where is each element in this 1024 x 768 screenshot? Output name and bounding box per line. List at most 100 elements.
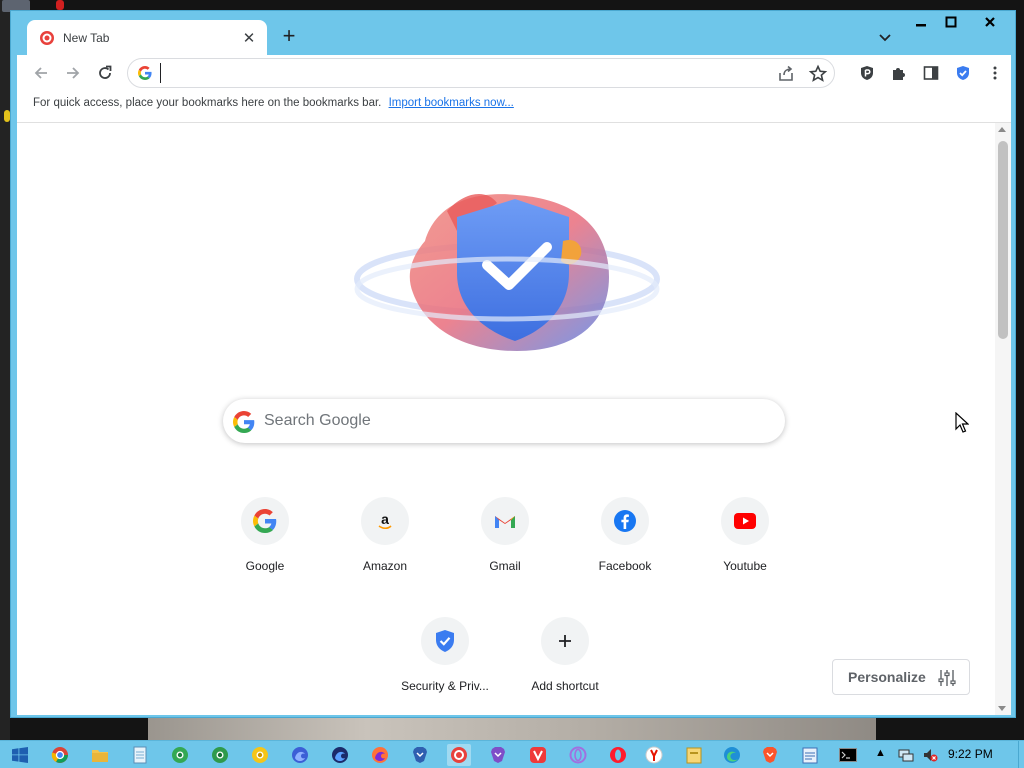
show-desktop-button[interactable] — [1018, 741, 1024, 768]
close-tab-icon[interactable]: ✕ — [241, 29, 257, 47]
taskbar-app[interactable] — [566, 744, 590, 766]
side-panel-button[interactable] — [921, 63, 941, 83]
brave-icon — [763, 747, 777, 763]
toolbar — [17, 55, 1011, 91]
back-button[interactable] — [29, 61, 53, 85]
close-icon — [985, 17, 995, 27]
windows-start-icon — [12, 747, 28, 763]
bookmark-star-icon[interactable] — [808, 64, 828, 84]
taskbar-app[interactable] — [368, 744, 392, 766]
shortcut-tile — [601, 497, 649, 545]
menu-button[interactable] — [985, 63, 1005, 83]
arrow-right-icon — [67, 67, 80, 79]
tab-title: New Tab — [63, 30, 110, 45]
maximize-icon — [945, 16, 957, 28]
taskbar-app[interactable] — [720, 744, 744, 766]
shortcut-youtube[interactable]: Youtube — [689, 497, 801, 597]
reload-button[interactable] — [93, 61, 117, 85]
amazon-icon: a — [378, 511, 392, 530]
google-g-icon — [233, 411, 255, 433]
shortcut-label: Facebook — [598, 559, 652, 573]
arrow-left-icon — [34, 67, 47, 79]
shortcut-amazon[interactable]: a Amazon — [329, 497, 441, 597]
taskbar-app[interactable] — [758, 744, 782, 766]
taskbar-app[interactable] — [248, 744, 272, 766]
share-icon[interactable] — [776, 64, 796, 84]
shield-check-icon — [436, 630, 454, 652]
shortcut-label: Security & Priv... — [401, 679, 489, 693]
shortcut-label: Youtube — [723, 559, 767, 573]
taskbar-app[interactable] — [682, 744, 706, 766]
file-explorer-icon — [92, 750, 108, 762]
address-input[interactable] — [160, 63, 760, 83]
scroll-thumb[interactable] — [998, 141, 1008, 339]
desktop-icon[interactable] — [56, 0, 64, 10]
shield-p-icon — [861, 66, 873, 80]
browser-window: New Tab ✕ + For quick access, place your… — [10, 10, 1016, 718]
taskbar-app[interactable] — [642, 744, 666, 766]
maximize-button[interactable] — [937, 11, 965, 33]
address-bar[interactable] — [127, 58, 835, 88]
taskbar-clock[interactable]: 9:22 PM — [948, 747, 993, 761]
taskbar-app[interactable] — [798, 744, 822, 766]
shortcut-tile — [421, 617, 469, 665]
taskbar-app[interactable] — [328, 744, 352, 766]
network-icon — [898, 749, 914, 762]
shortcut-google[interactable]: Google — [209, 497, 321, 597]
security-browser-icon — [451, 747, 467, 763]
taskbar-app[interactable] — [836, 744, 860, 766]
sliders-icon — [938, 670, 956, 686]
shortcut-gmail[interactable]: Gmail — [449, 497, 561, 597]
extensions-button[interactable] — [889, 63, 909, 83]
shortcut-security-privacy[interactable]: Security & Priv... — [389, 617, 501, 715]
taskbar-app[interactable] — [208, 744, 232, 766]
minimize-icon — [916, 24, 926, 27]
minimize-button[interactable] — [907, 11, 935, 33]
taskbar-app[interactable] — [288, 744, 312, 766]
security-extension[interactable] — [953, 63, 973, 83]
import-bookmarks-link[interactable]: Import bookmarks now... — [389, 97, 514, 109]
personalize-button[interactable]: Personalize — [832, 659, 970, 695]
chevron-down-icon[interactable] — [875, 27, 895, 47]
tray-chevron-up-icon[interactable]: ▲ — [875, 747, 886, 759]
start-button[interactable] — [8, 744, 32, 766]
scroll-up-arrow-icon[interactable] — [998, 127, 1006, 132]
taskbar-app[interactable] — [447, 744, 471, 766]
taskbar-app[interactable] — [168, 744, 192, 766]
new-tab-button[interactable]: + — [277, 25, 301, 49]
tab-new-tab[interactable]: New Tab ✕ — [27, 20, 267, 55]
add-shortcut-button[interactable]: Add shortcut — [509, 617, 621, 715]
close-window-button[interactable] — [967, 11, 1013, 33]
taskbar-app[interactable] — [526, 744, 550, 766]
taskbar-app[interactable] — [408, 744, 432, 766]
taskbar-app[interactable] — [88, 744, 112, 766]
shortcut-tile — [481, 497, 529, 545]
google-search-box[interactable]: Search Google — [223, 399, 785, 443]
taskbar-app[interactable] — [48, 744, 72, 766]
tor-icon — [491, 747, 505, 763]
tray-network[interactable] — [894, 744, 918, 766]
scroll-down-arrow-icon[interactable] — [998, 706, 1006, 711]
bookmarks-hint: For quick access, place your bookmarks h… — [33, 97, 382, 109]
yandex-icon — [645, 746, 663, 764]
taskbar: ▲ 9:22 PM — [0, 740, 1024, 768]
taskbar-app[interactable] — [128, 744, 152, 766]
taskbar-app[interactable] — [486, 744, 510, 766]
taskbar-app[interactable] — [606, 744, 630, 766]
gmail-icon — [495, 516, 515, 528]
firefox-dev-icon — [292, 747, 308, 763]
youtube-icon — [734, 513, 756, 529]
shortcut-label: Gmail — [489, 559, 521, 573]
shortcut-tile — [541, 617, 589, 665]
shortcut-facebook[interactable]: Facebook — [569, 497, 681, 597]
vertical-scrollbar[interactable] — [995, 123, 1011, 715]
shortcut-label: Amazon — [362, 559, 408, 573]
forward-button[interactable] — [61, 61, 85, 85]
opera-gx-icon — [569, 746, 587, 764]
personalize-label: Personalize — [848, 669, 926, 685]
shortcut-tile — [241, 497, 289, 545]
tray-volume[interactable] — [918, 744, 942, 766]
chrome-icon — [51, 747, 68, 763]
tab-strip: New Tab ✕ + — [11, 11, 1015, 55]
privacy-badge-extension[interactable] — [857, 63, 877, 83]
